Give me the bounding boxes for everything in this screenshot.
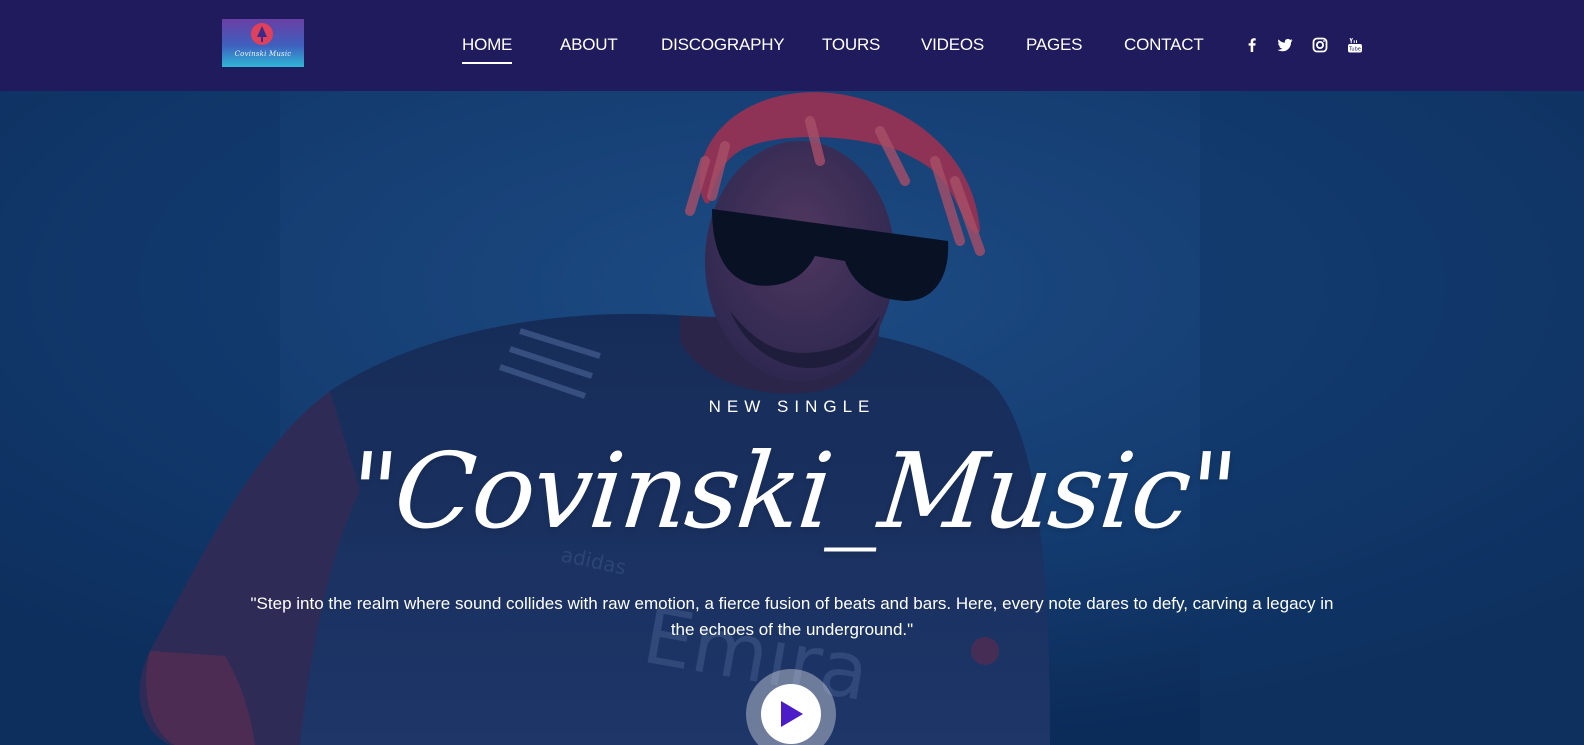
nav-item-tours[interactable]: TOURS — [822, 35, 880, 55]
hero-section: Emira adidas NEW SINGLE "Covinski_Music"… — [0, 91, 1584, 745]
logo-text: Covinski Music — [234, 50, 292, 58]
nav-item-home[interactable]: HOME — [462, 35, 513, 64]
play-icon — [781, 701, 803, 727]
play-button-disc — [761, 684, 821, 744]
site-logo[interactable]: Covinski Music — [222, 19, 304, 67]
logo-mark-icon — [251, 23, 273, 45]
nav-item-contact[interactable]: CONTACT — [1124, 35, 1204, 55]
nav-item-videos[interactable]: VIDEOS — [921, 35, 984, 55]
svg-text:Tube: Tube — [1348, 47, 1361, 53]
youtube-icon[interactable]: Tube — [1345, 35, 1365, 55]
nav-item-discography[interactable]: DISCOGRAPHY — [661, 35, 785, 55]
hero-eyebrow: NEW SINGLE — [708, 397, 876, 416]
hero-title: "Covinski_Music" — [343, 430, 1241, 552]
hero-overlay — [0, 91, 1584, 745]
nav-item-pages[interactable]: PAGES — [1026, 35, 1083, 55]
hero-description: "Step into the realm where sound collide… — [250, 594, 1334, 639]
page: Covinski Music HOME ABOUT DISCOGRAPHY TO… — [0, 0, 1584, 745]
site-header: Covinski Music HOME ABOUT DISCOGRAPHY TO… — [0, 0, 1584, 91]
nav-item-about[interactable]: ABOUT — [560, 35, 618, 55]
instagram-icon[interactable] — [1310, 35, 1330, 55]
twitter-icon[interactable] — [1275, 35, 1295, 55]
facebook-icon[interactable] — [1242, 35, 1262, 55]
